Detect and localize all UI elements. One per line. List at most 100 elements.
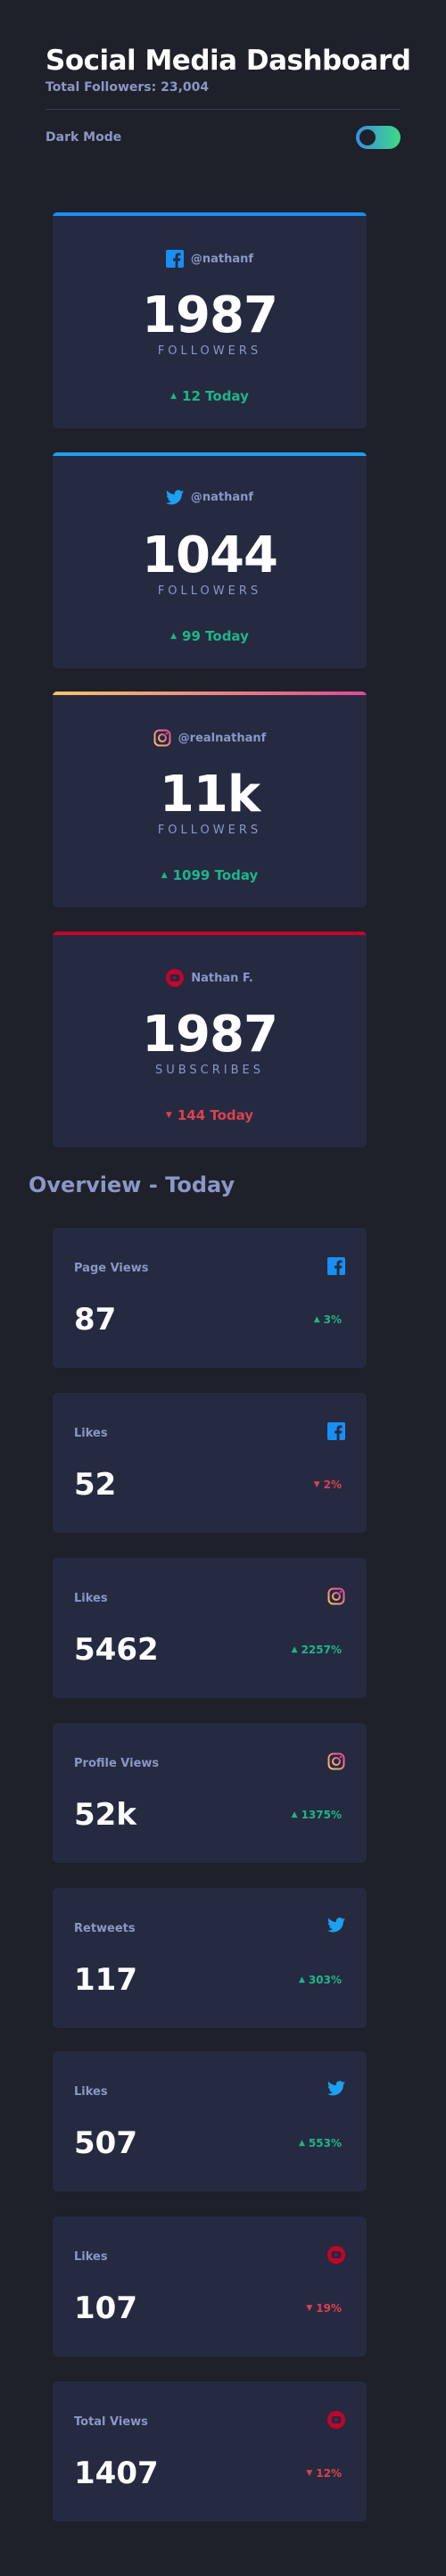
percent-value: 303% [308,1974,342,1986]
youtube-icon [327,2411,345,2429]
today-value: 99 Today [182,628,249,644]
overview-label: Likes [74,2085,108,2099]
handle: @nathanf [190,491,254,504]
card-top-bar [53,692,367,695]
instagram-icon [327,1587,345,1605]
handle-row: @nathanf [53,490,367,505]
overview-percent: ▲ 553% [299,2137,342,2149]
overview-label: Total Views [74,2415,148,2429]
overview-card-retweets-twitter[interactable]: Retweets 117 ▲ 303% [53,1888,367,2028]
arrow-up-icon: ▲ [299,1975,305,1984]
today-value: 1099 Today [172,867,259,883]
today-value: 12 Today [182,388,249,404]
overview-percent: ▲ 303% [299,1974,342,1986]
today-change: ▲ 1099 Today [53,867,367,883]
instagram-icon [327,1752,345,1770]
arrow-up-icon: ▲ [291,1645,298,1654]
follower-count: 1987 [142,286,278,344]
youtube-icon [166,969,185,987]
overview-value: 52k [74,1797,136,1833]
today-change: ▼ 144 Today [53,1107,367,1123]
dark-mode-label: Dark Mode [45,130,122,145]
overview-label: Profile Views [74,1757,160,1770]
dark-mode-row: Dark Mode [45,125,401,150]
overview-card-likes-youtube[interactable]: Likes 107 ▼ 19% [53,2216,367,2357]
twitter-icon [327,2081,345,2099]
arrow-down-icon: ▼ [306,2469,313,2478]
handle: @realnathanf [178,731,267,745]
percent-value: 2% [323,1479,342,1491]
arrow-down-icon: ▼ [306,2304,313,2313]
dark-mode-toggle[interactable] [356,126,401,149]
overview-label: Likes [74,1427,108,1440]
overview-card-likes-facebook[interactable]: Likes 52 ▼ 2% [53,1393,367,1533]
overview-value: 1407 [74,2456,159,2491]
arrow-down-icon: ▼ [313,1480,320,1489]
arrow-up-icon: ▲ [299,2139,305,2148]
arrow-up-icon: ▲ [170,392,178,401]
arrow-up-icon: ▲ [161,871,168,880]
card-top-bar [53,932,367,935]
divider [45,109,401,110]
followers-card-facebook[interactable]: @nathanf 1987 FOLLOWERS ▲ 12 Today [53,212,367,428]
percent-value: 1375% [301,1809,342,1821]
handle-row: @realnathanf [53,729,367,747]
arrow-up-icon: ▲ [313,1315,320,1324]
overview-percent: ▼ 12% [306,2467,342,2480]
percent-value: 553% [308,2137,342,2149]
youtube-icon [327,2246,345,2264]
overview-card-total-views-youtube[interactable]: Total Views 1407 ▼ 12% [53,2381,367,2522]
twitter-icon [165,490,184,505]
overview-percent: ▲ 3% [314,1313,342,1326]
overview-percent: ▲ 1375% [292,1809,342,1821]
overview-card-page-views-facebook[interactable]: Page Views 87 ▲ 3% [53,1228,367,1368]
header: Social Media Dashboard Total Followers: … [45,43,411,95]
today-change: ▲ 12 Today [53,388,367,404]
overview-value: 5462 [74,1632,159,1668]
percent-value: 3% [323,1313,342,1326]
total-followers: Total Followers: 23,004 [45,80,210,95]
followers-card-instagram[interactable]: @realnathanf 11k FOLLOWERS ▲ 1099 Today [53,692,367,907]
overview-percent: ▲ 2257% [292,1644,342,1656]
toggle-knob[interactable] [359,129,376,145]
count-label: FOLLOWERS [157,344,262,358]
followers-card-youtube[interactable]: Nathan F. 1987 SUBSCRIBES ▼ 144 Today [53,932,367,1147]
count-label: SUBSCRIBES [154,1064,265,1077]
today-change: ▲ 99 Today [53,628,367,644]
followers-card-twitter[interactable]: @nathanf 1044 FOLLOWERS ▲ 99 Today [53,452,367,668]
facebook-icon [327,1422,345,1440]
arrow-up-icon: ▲ [291,1810,298,1819]
card-top-bar [53,212,367,216]
handle-row: Nathan F. [53,969,367,987]
facebook-icon [327,1257,345,1275]
page-title: Social Media Dashboard [45,45,411,77]
percent-value: 12% [316,2467,342,2480]
overview-value: 52 [74,1467,117,1503]
overview-card-likes-twitter[interactable]: Likes 507 ▲ 553% [53,2051,367,2191]
card-top-bar [53,452,367,456]
handle-row: @nathanf [53,250,367,268]
percent-value: 19% [316,2302,342,2315]
arrow-up-icon: ▲ [170,632,178,641]
overview-label: Likes [74,2250,108,2264]
handle: @nathanf [190,252,254,266]
overview-card-likes-instagram[interactable]: Likes 5462 ▲ 2257% [53,1558,367,1698]
percent-value: 2257% [301,1644,342,1656]
overview-card-profile-views-instagram[interactable]: Profile Views 52k ▲ 1375% [53,1723,367,1863]
overview-label: Retweets [74,1922,136,1935]
arrow-down-icon: ▼ [165,1111,172,1120]
overview-percent: ▼ 19% [306,2302,342,2315]
handle: Nathan F. [191,971,253,985]
overview-label: Likes [74,1592,108,1605]
overview-percent: ▼ 2% [314,1479,342,1491]
overview-value: 107 [74,2290,137,2326]
follower-count: 1044 [142,526,278,584]
count-label: FOLLOWERS [157,584,262,598]
follower-count: 11k [159,766,260,824]
overview-value: 87 [74,1302,117,1338]
overview-title: Overview - Today [29,1172,235,1197]
instagram-icon [153,729,171,747]
facebook-icon [165,250,184,268]
overview-label: Page Views [74,1262,149,1275]
count-label: FOLLOWERS [157,824,262,837]
